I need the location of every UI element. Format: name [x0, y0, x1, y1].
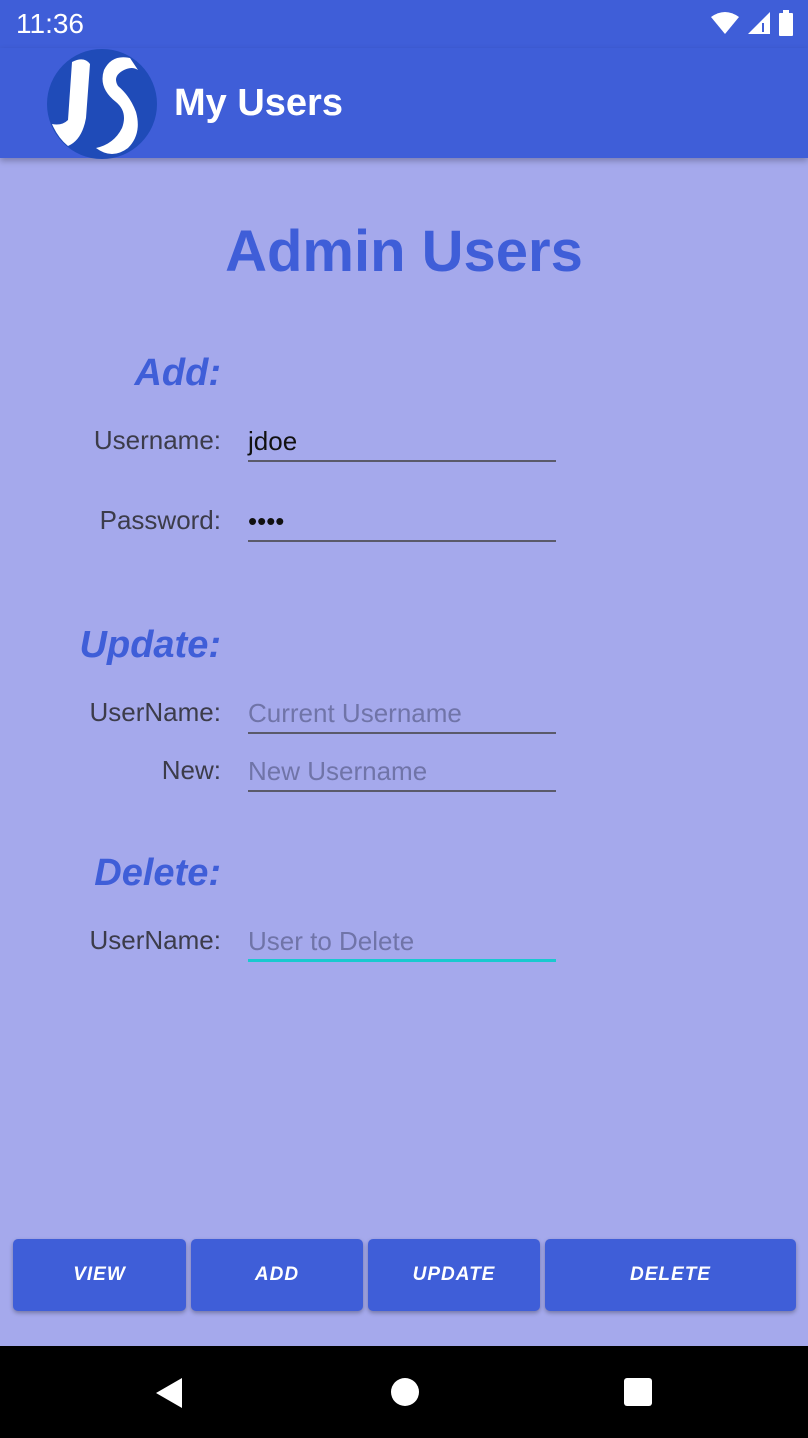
delete-username-field[interactable]: User to Delete — [248, 922, 556, 962]
update-username-label: UserName: — [89, 697, 221, 727]
js-logo-icon — [47, 49, 157, 159]
update-new-username-field[interactable]: New Username — [248, 752, 556, 792]
add-password-field[interactable]: •••• — [248, 502, 556, 542]
page-title: Admin Users — [225, 219, 583, 284]
cellular-signal-icon — [748, 12, 770, 34]
app-bar: My Users — [0, 48, 808, 159]
status-time: 11:36 — [16, 8, 84, 39]
update-section-heading: Update: — [79, 624, 221, 666]
add-password-label: Password: — [99, 505, 221, 535]
navigation-bar — [0, 1346, 808, 1438]
recent-apps-icon[interactable] — [624, 1378, 652, 1406]
back-icon[interactable] — [154, 1376, 184, 1410]
app-title: My Users — [174, 82, 343, 124]
delete-username-label: UserName: — [89, 925, 221, 955]
view-button[interactable]: VIEW — [13, 1239, 186, 1311]
add-section-heading: Add: — [134, 352, 221, 394]
add-button[interactable]: ADD — [191, 1239, 363, 1311]
delete-button[interactable]: DELETE — [545, 1239, 796, 1311]
status-icons — [710, 10, 794, 36]
status-bar: 11:36 — [0, 0, 808, 48]
add-username-label: Username: — [93, 425, 221, 455]
delete-section-heading: Delete: — [94, 852, 221, 894]
battery-icon — [779, 10, 793, 36]
wifi-icon — [711, 12, 739, 34]
update-new-label: New: — [161, 755, 221, 785]
update-button[interactable]: UPDATE — [368, 1239, 540, 1311]
update-current-username-field[interactable]: Current Username — [248, 694, 556, 734]
home-icon[interactable] — [391, 1378, 419, 1406]
add-username-field[interactable]: jdoe — [248, 422, 556, 462]
